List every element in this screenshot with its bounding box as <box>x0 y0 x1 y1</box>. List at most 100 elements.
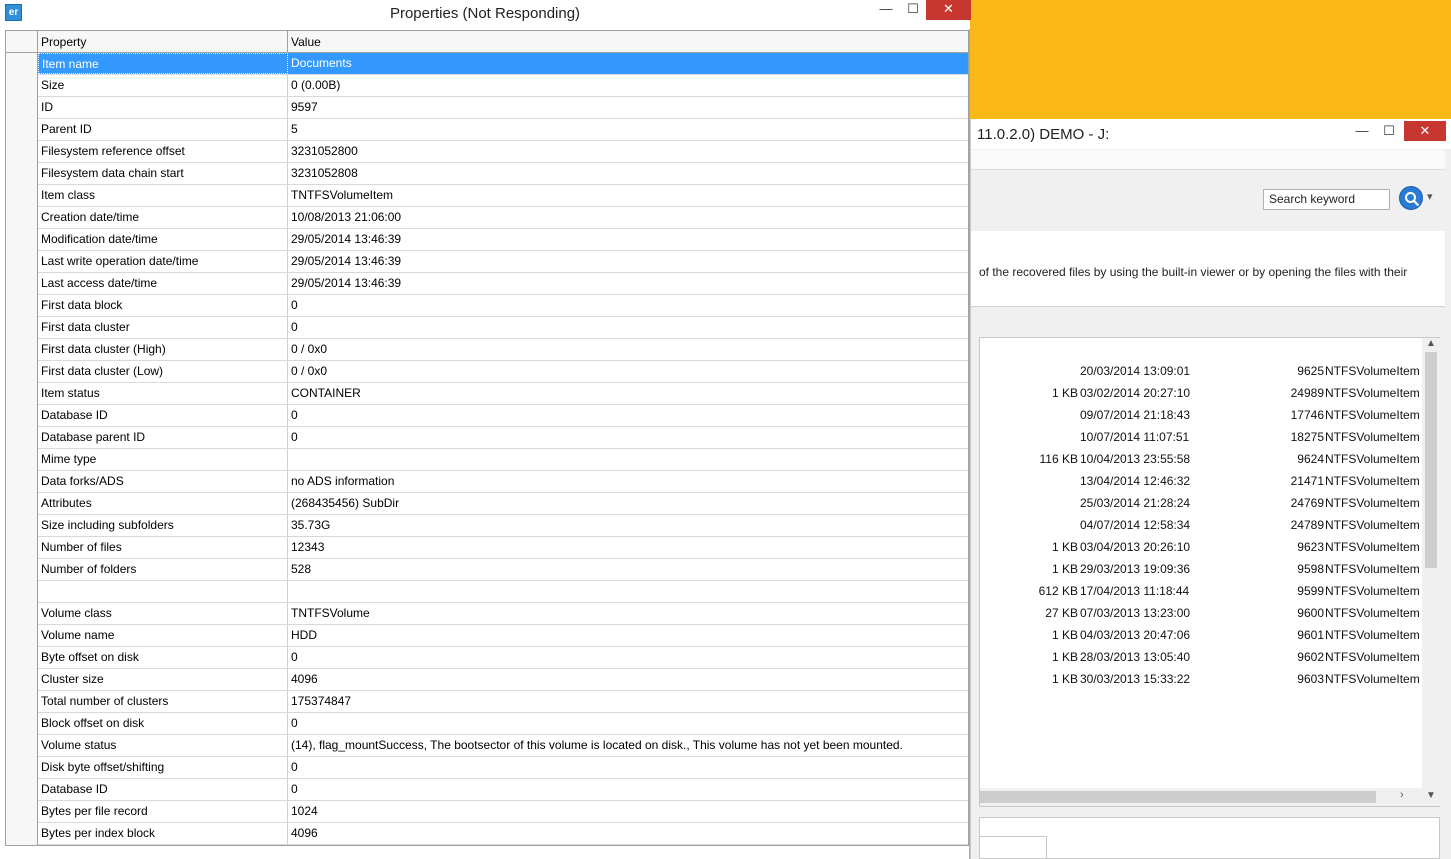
property-name-cell[interactable]: Data forks/ADS <box>38 471 288 492</box>
property-value-cell[interactable]: no ADS information <box>288 471 968 492</box>
property-row[interactable]: Item status CONTAINER <box>6 383 968 405</box>
row-indicator-cell[interactable] <box>6 537 38 559</box>
property-row[interactable]: Item name Documents <box>6 53 968 75</box>
row-indicator-cell[interactable] <box>6 207 38 229</box>
property-value-cell[interactable]: 10/08/2013 21:06:00 <box>288 207 968 228</box>
property-row[interactable] <box>6 581 968 603</box>
file-list-row[interactable]: 612 KB 17/04/2013 11:18:44 9599 NTFSVolumeI… <box>980 580 1422 602</box>
file-list-row[interactable]: 1 KB 03/04/2013 20:26:10 9623 NTFSVolumeIte… <box>980 536 1422 558</box>
main-minimize-button[interactable]: — <box>1349 121 1375 141</box>
property-name-cell[interactable]: Total number of clusters <box>38 691 288 712</box>
property-name-cell[interactable]: Database ID <box>38 405 288 426</box>
property-row[interactable]: Bytes per index block 4096 <box>6 823 968 845</box>
search-button[interactable] <box>1399 186 1423 210</box>
property-value-cell[interactable]: 0 <box>288 427 968 448</box>
scroll-down-icon[interactable]: ▼ <box>1426 790 1436 801</box>
row-indicator-cell[interactable] <box>6 581 38 603</box>
property-value-cell[interactable]: 4096 <box>288 669 968 690</box>
row-indicator-cell[interactable] <box>6 625 38 647</box>
row-indicator-cell[interactable] <box>6 713 38 735</box>
property-name-cell[interactable]: Item name <box>38 53 288 74</box>
row-indicator-cell[interactable] <box>6 97 38 119</box>
property-row[interactable]: Disk byte offset/shifting 0 <box>6 757 968 779</box>
row-indicator-cell[interactable] <box>6 141 38 163</box>
horizontal-scrollbar[interactable]: › <box>980 788 1422 806</box>
property-row[interactable]: First data cluster (High) 0 / 0x0 <box>6 339 968 361</box>
row-indicator-cell[interactable] <box>6 53 38 75</box>
property-name-cell[interactable]: Volume class <box>38 603 288 624</box>
file-list-row[interactable]: 10/07/2014 11:07:51 18275 NTFSVolumeItem <box>980 426 1422 448</box>
property-name-cell[interactable]: Disk byte offset/shifting <box>38 757 288 778</box>
row-indicator-cell[interactable] <box>6 691 38 713</box>
property-name-cell[interactable]: Mime type <box>38 449 288 470</box>
column-header-value[interactable]: Value <box>291 35 321 49</box>
row-indicator-cell[interactable] <box>6 559 38 581</box>
property-row[interactable]: Database ID 0 <box>6 405 968 427</box>
property-value-cell[interactable]: 0 <box>288 317 968 338</box>
file-list-row[interactable]: 116 KB 10/04/2013 23:55:58 9624 NTFSVolumeI… <box>980 448 1422 470</box>
property-row[interactable]: Data forks/ADS no ADS information <box>6 471 968 493</box>
property-value-cell[interactable]: 3231052808 <box>288 163 968 184</box>
row-indicator-cell[interactable] <box>6 119 38 141</box>
property-value-cell[interactable]: 4096 <box>288 823 968 844</box>
property-value-cell[interactable]: 528 <box>288 559 968 580</box>
search-options-chevron-icon[interactable]: ▾ <box>1427 190 1433 203</box>
row-indicator-cell[interactable] <box>6 471 38 493</box>
property-row[interactable]: Size including subfolders 35.73G <box>6 515 968 537</box>
row-indicator-cell[interactable] <box>6 361 38 383</box>
property-row[interactable]: Database ID 0 <box>6 779 968 801</box>
row-indicator-cell[interactable] <box>6 603 38 625</box>
property-value-cell[interactable]: Documents <box>288 53 968 74</box>
property-value-cell[interactable]: 0 <box>288 713 968 734</box>
row-indicator-cell[interactable] <box>6 273 38 295</box>
row-indicator-cell[interactable] <box>6 757 38 779</box>
property-value-cell[interactable]: 0 (0.00B) <box>288 75 968 96</box>
property-value-cell[interactable]: 0 <box>288 647 968 668</box>
column-separator[interactable] <box>287 31 288 53</box>
property-value-cell[interactable]: 0 <box>288 757 968 778</box>
row-indicator-cell[interactable] <box>6 449 38 471</box>
property-row[interactable]: Block offset on disk 0 <box>6 713 968 735</box>
dialog-close-button[interactable]: ✕ <box>926 0 971 20</box>
property-name-cell[interactable]: Attributes <box>38 493 288 514</box>
file-list-row[interactable]: 04/07/2014 12:58:34 24789 NTFSVolumeItem <box>980 514 1422 536</box>
property-row[interactable]: Database parent ID 0 <box>6 427 968 449</box>
property-row[interactable]: Mime type <box>6 449 968 471</box>
property-row[interactable]: Last write operation date/time 29/05/2014… <box>6 251 968 273</box>
row-indicator-cell[interactable] <box>6 163 38 185</box>
property-row[interactable]: ID 9597 <box>6 97 968 119</box>
property-value-cell[interactable]: 5 <box>288 119 968 140</box>
property-row[interactable]: First data block 0 <box>6 295 968 317</box>
property-name-cell[interactable]: Block offset on disk <box>38 713 288 734</box>
property-name-cell[interactable]: Last write operation date/time <box>38 251 288 272</box>
vertical-scroll-thumb[interactable] <box>1425 352 1437 568</box>
file-list-row[interactable]: 1 KB 04/03/2013 20:47:06 9601 NTFSVolumeIte… <box>980 624 1422 646</box>
property-value-cell[interactable]: (14), flag_mountSuccess, The bootsector … <box>288 735 968 756</box>
property-name-cell[interactable]: Database ID <box>38 779 288 800</box>
row-indicator-cell[interactable] <box>6 823 38 845</box>
property-value-cell[interactable] <box>288 581 968 602</box>
file-list-row[interactable]: 1 KB 28/03/2013 13:05:40 9602 NTFSVolumeIte… <box>980 646 1422 668</box>
property-value-cell[interactable]: 0 <box>288 405 968 426</box>
property-row[interactable]: Last access date/time 29/05/2014 13:46:39 <box>6 273 968 295</box>
row-indicator-cell[interactable] <box>6 339 38 361</box>
dialog-minimize-button[interactable]: — <box>873 0 899 20</box>
property-name-cell[interactable]: Byte offset on disk <box>38 647 288 668</box>
property-value-cell[interactable]: HDD <box>288 625 968 646</box>
property-row[interactable]: Size 0 (0.00B) <box>6 75 968 97</box>
row-indicator-cell[interactable] <box>6 801 38 823</box>
property-name-cell[interactable]: Modification date/time <box>38 229 288 250</box>
property-name-cell[interactable]: ID <box>38 97 288 118</box>
file-list-row[interactable]: 1 KB 03/02/2014 20:27:10 24989 NTFSVolumeIt… <box>980 382 1422 404</box>
property-row[interactable]: First data cluster (Low) 0 / 0x0 <box>6 361 968 383</box>
property-name-cell[interactable]: Creation date/time <box>38 207 288 228</box>
property-row[interactable]: Volume status (14), flag_mountSuccess, Th… <box>6 735 968 757</box>
property-name-cell[interactable]: First data cluster <box>38 317 288 338</box>
row-indicator-cell[interactable] <box>6 669 38 691</box>
property-name-cell[interactable]: Bytes per file record <box>38 801 288 822</box>
main-close-button[interactable]: ✕ <box>1404 121 1446 141</box>
vertical-scrollbar[interactable]: ▲ ▼ <box>1422 338 1440 806</box>
horizontal-scroll-thumb[interactable] <box>980 791 1376 803</box>
property-value-cell[interactable]: 29/05/2014 13:46:39 <box>288 251 968 272</box>
property-name-cell[interactable]: Parent ID <box>38 119 288 140</box>
